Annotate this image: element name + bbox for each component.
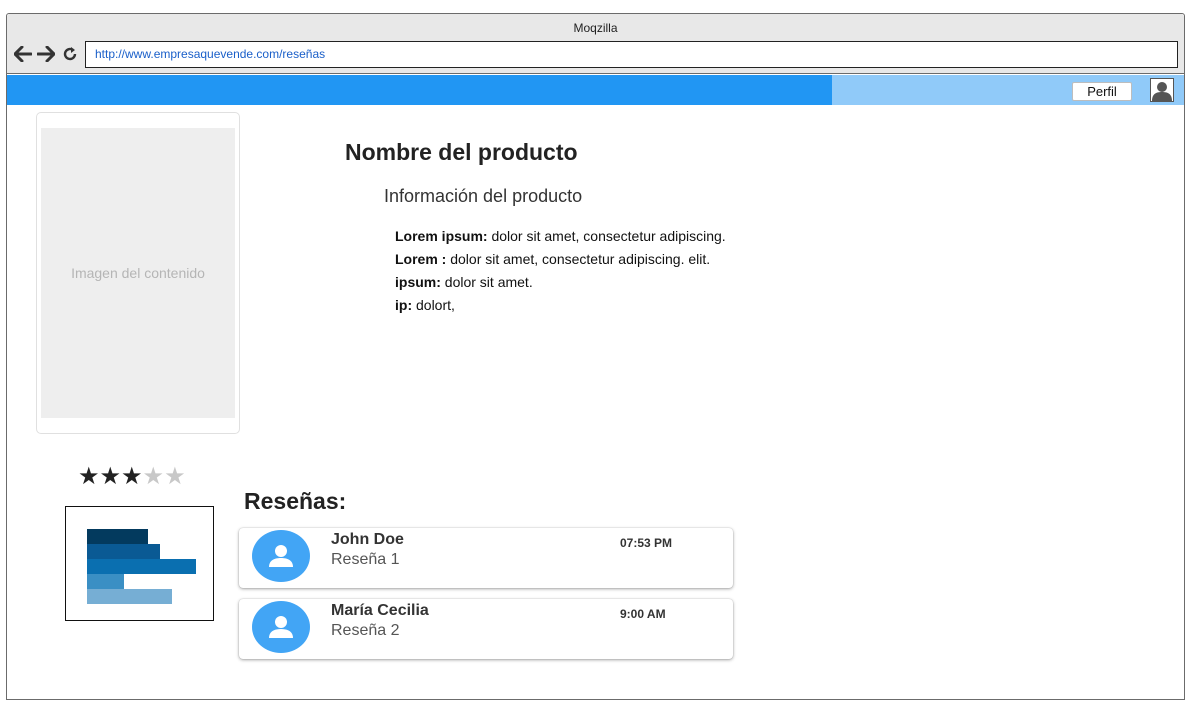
spec-key: ip:	[395, 297, 413, 313]
star-icon[interactable]: ★	[164, 463, 186, 490]
profile-button[interactable]: Perfil	[1072, 82, 1132, 101]
spec-value: dolort,	[412, 297, 455, 313]
product-title: Nombre del producto	[345, 139, 578, 165]
spec-item: ip: dolort,	[395, 294, 726, 317]
star-icon[interactable]: ★	[143, 463, 165, 490]
spec-value: dolor sit amet, consectetur adipiscing.	[487, 228, 726, 244]
person-icon	[269, 545, 293, 567]
rating-bar-5	[87, 529, 148, 544]
review-text: Reseña 2	[331, 622, 400, 639]
rating-bar-3	[87, 559, 196, 574]
spec-item: Lorem ipsum: dolor sit amet, consectetur…	[395, 225, 726, 248]
review-author: María Cecilia	[331, 602, 429, 619]
product-image-placeholder: Imagen del contenido	[41, 128, 235, 418]
back-arrow-icon[interactable]	[14, 45, 32, 63]
browser-window: Moqzilla http://www.empresaquevende.com/…	[6, 13, 1185, 700]
product-info-heading: Información del producto	[384, 186, 583, 206]
user-avatar-icon[interactable]	[1150, 78, 1174, 102]
spec-key: Lorem ipsum:	[395, 228, 488, 244]
spec-item: ipsum: dolor sit amet.	[395, 271, 726, 294]
reviews-heading: Reseñas:	[244, 488, 347, 514]
review-avatar	[252, 530, 310, 582]
rating-bar-1	[87, 589, 172, 604]
star-rating[interactable]: ★★★★★	[78, 464, 186, 490]
rating-bar-4	[87, 544, 160, 559]
rating-bar-2	[87, 574, 124, 589]
review-avatar	[252, 601, 310, 653]
star-icon[interactable]: ★	[78, 463, 100, 490]
review-author: John Doe	[331, 531, 404, 548]
spec-value: dolor sit amet, consectetur adipiscing. …	[446, 251, 711, 267]
header-profile-area: Perfil	[832, 75, 1184, 105]
review-time: 9:00 AM	[620, 607, 666, 621]
image-placeholder-label: Imagen del contenido	[71, 265, 205, 281]
star-icon[interactable]: ★	[121, 463, 143, 490]
address-bar[interactable]: http://www.empresaquevende.com/reseñas	[85, 41, 1178, 68]
spec-key: ipsum:	[395, 274, 441, 290]
review-time: 07:53 PM	[620, 536, 673, 550]
rating-breakdown-chart	[65, 506, 214, 621]
forward-arrow-icon[interactable]	[37, 45, 55, 63]
review-text: Reseña 1	[331, 551, 400, 568]
spec-item: Lorem : dolor sit amet, consectetur adip…	[395, 248, 726, 271]
reload-icon[interactable]	[61, 45, 79, 63]
review-card[interactable]: María Cecilia Reseña 2 9:00 AM	[239, 599, 733, 659]
star-icon[interactable]: ★	[100, 463, 122, 490]
browser-chrome: Moqzilla http://www.empresaquevende.com/…	[7, 14, 1184, 74]
app-header: Perfil	[7, 75, 1184, 105]
spec-value: dolor sit amet.	[440, 274, 533, 290]
product-image-card: Imagen del contenido	[36, 112, 240, 434]
person-icon	[269, 616, 293, 638]
window-title: Moqzilla	[573, 21, 618, 35]
product-spec-list: Lorem ipsum: dolor sit amet, consectetur…	[395, 225, 726, 317]
spec-key: Lorem :	[395, 251, 447, 267]
review-card[interactable]: John Doe Reseña 1 07:53 PM	[239, 528, 733, 588]
